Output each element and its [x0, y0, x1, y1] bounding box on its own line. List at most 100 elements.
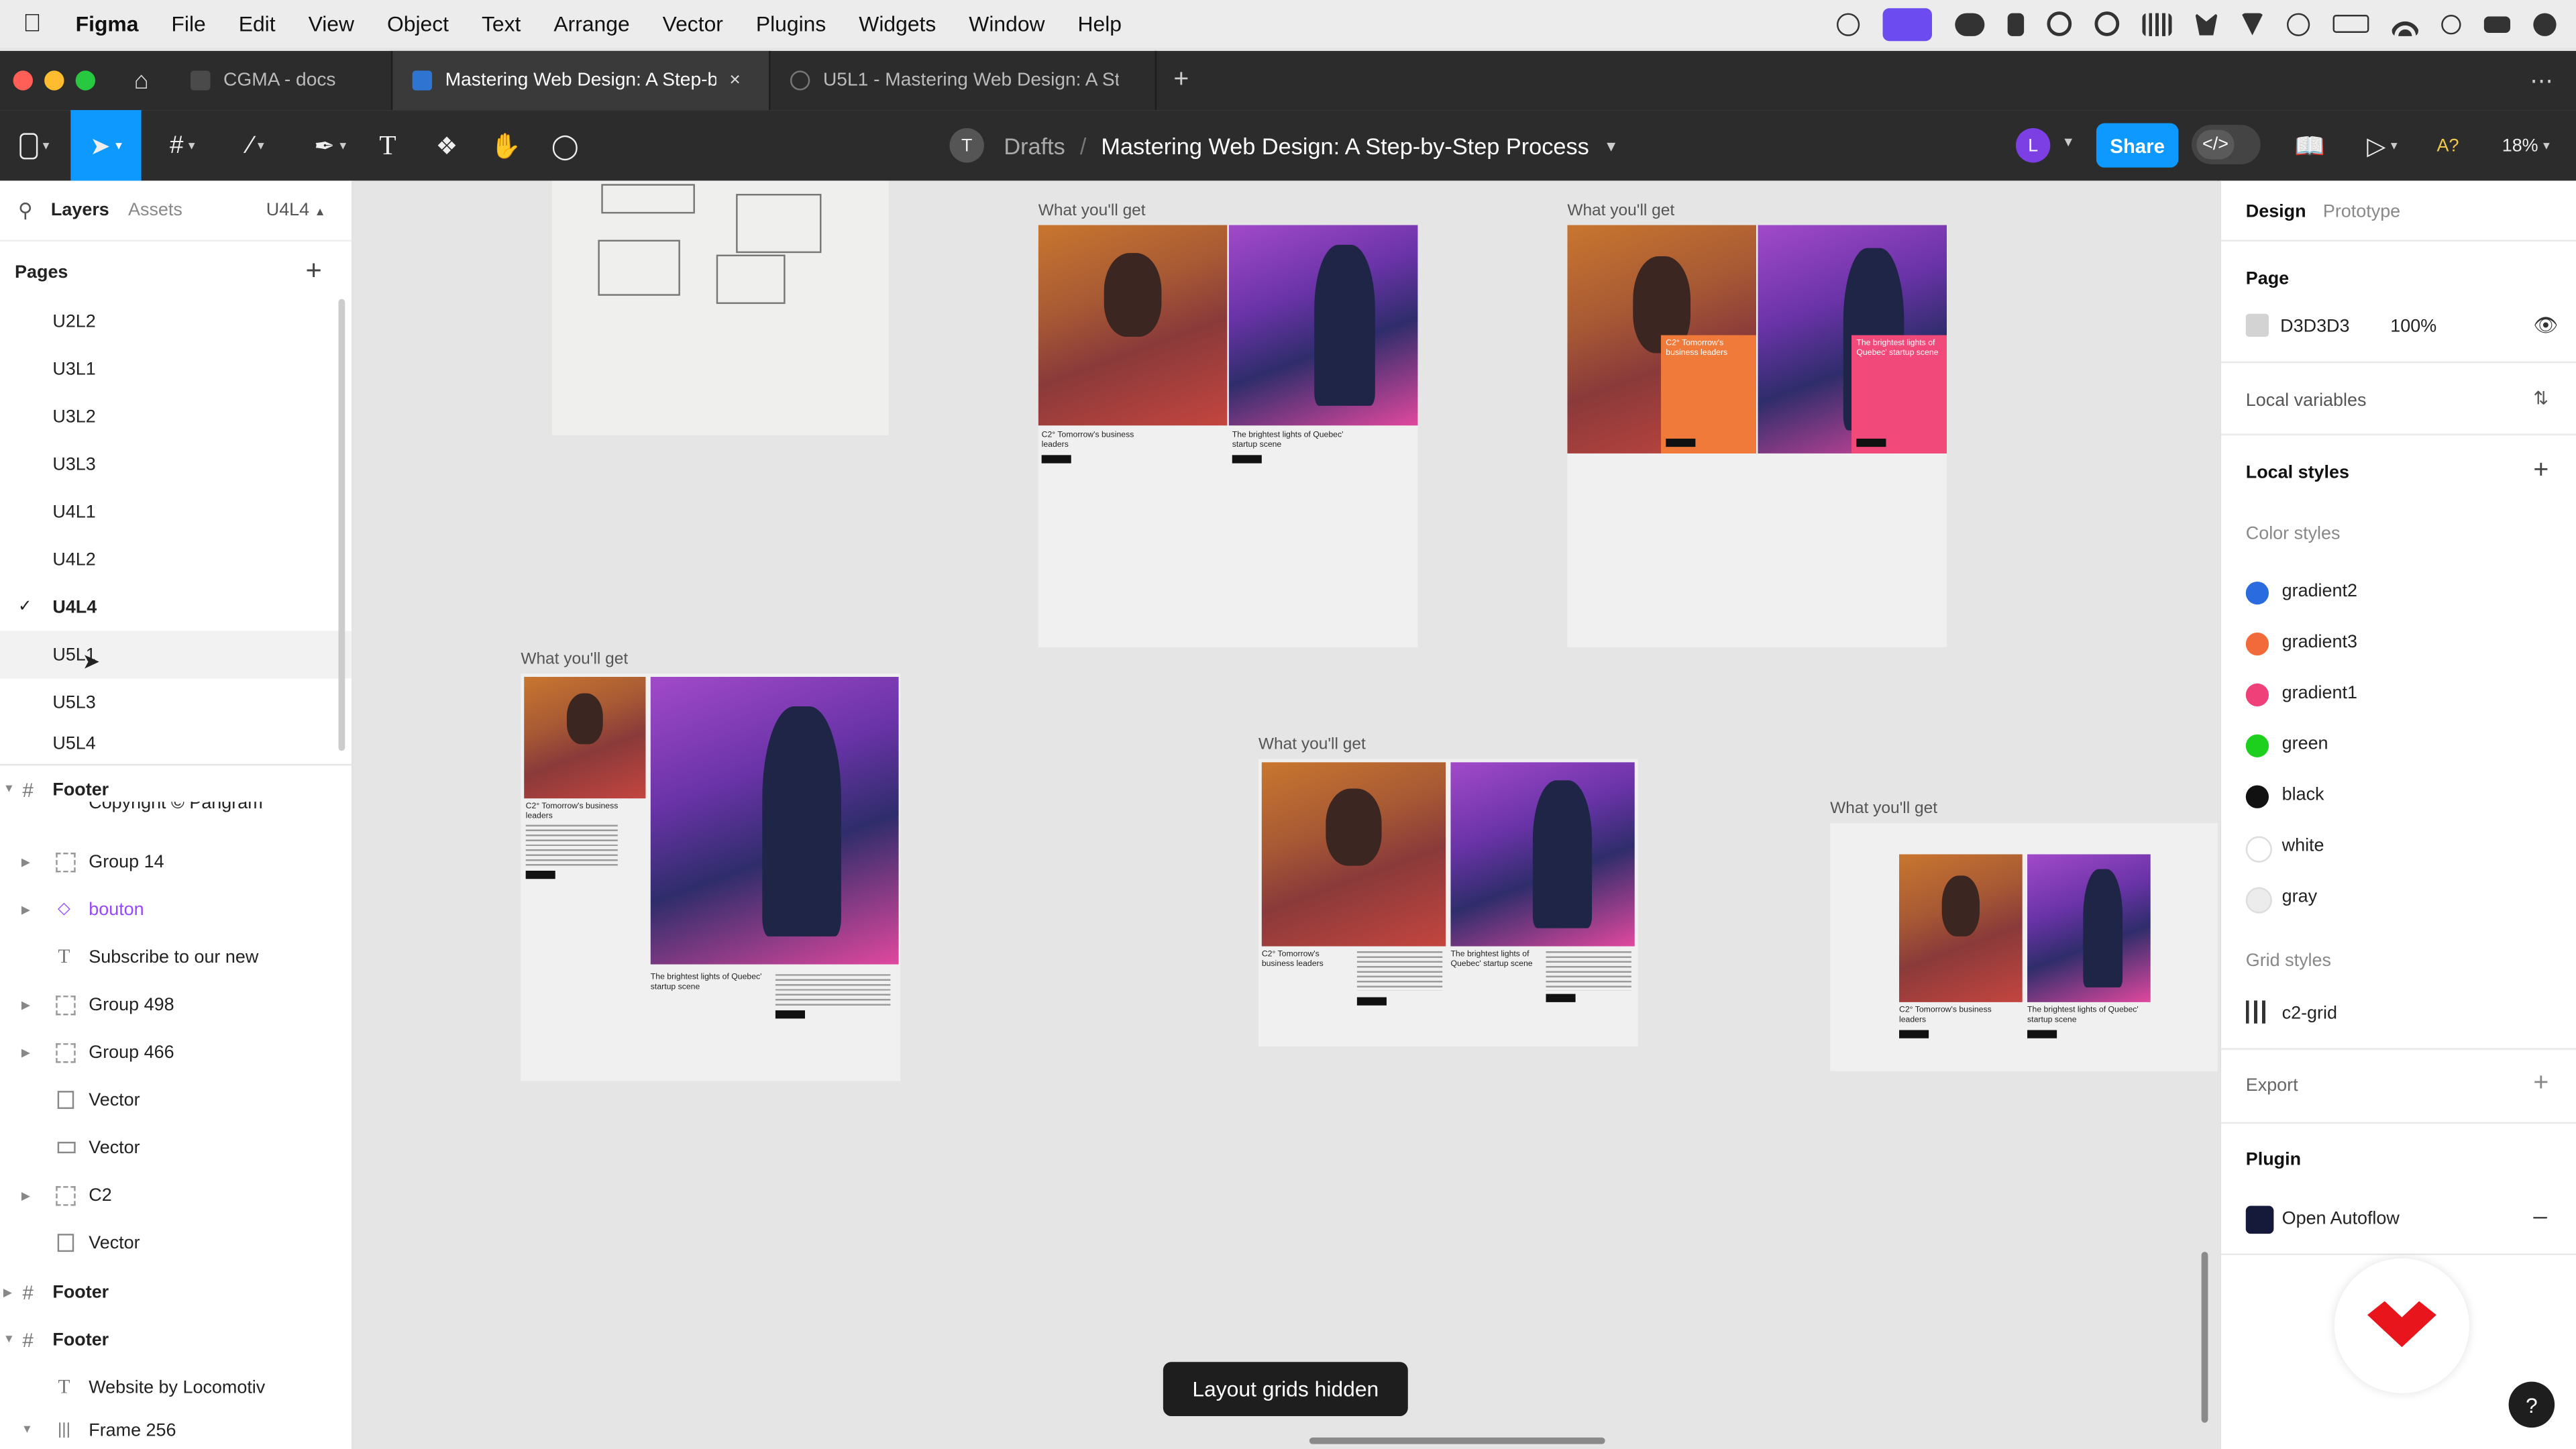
- add-style-button[interactable]: +: [2533, 457, 2548, 486]
- chevron-down-icon[interactable]: ▼: [3, 1334, 15, 1346]
- help-button[interactable]: ?: [2508, 1381, 2555, 1428]
- menu-file[interactable]: File: [171, 11, 205, 36]
- layer-group-498[interactable]: ▶ Group 498: [0, 981, 352, 1028]
- page-item-hovered[interactable]: U5L1 ➤: [0, 631, 352, 679]
- chevron-down-icon[interactable]: ▼: [1604, 137, 1619, 153]
- share-button[interactable]: Share: [2096, 123, 2179, 168]
- eye-icon[interactable]: 👁: [2533, 314, 2558, 337]
- layer-subscribe-text[interactable]: T Subscribe to our new: [0, 933, 352, 981]
- at-icon[interactable]: [2094, 11, 2120, 36]
- page-item[interactable]: U3L3: [0, 440, 352, 488]
- color-style-item[interactable]: gradient3: [2221, 618, 2576, 669]
- cloud-icon[interactable]: [1955, 12, 1985, 36]
- layer-frame-256[interactable]: ▼ ||| Frame 256: [0, 1411, 352, 1449]
- layer-website-text[interactable]: T Website by Locomotiv: [0, 1364, 352, 1411]
- search-icon[interactable]: [2441, 13, 2461, 34]
- menu-arrange[interactable]: Arrange: [553, 11, 629, 36]
- shield-icon[interactable]: [2241, 12, 2264, 36]
- comment-tool-button[interactable]: ◯: [542, 110, 588, 180]
- frame-label[interactable]: What you'll get: [1038, 202, 1146, 220]
- chevron-right-icon[interactable]: ▶: [21, 998, 30, 1011]
- more-options-icon[interactable]: ⋯: [2530, 67, 2553, 95]
- accessibility-button[interactable]: A?: [2425, 110, 2471, 180]
- learn-more-button[interactable]: [1546, 994, 1576, 1002]
- page-item[interactable]: U5L4: [0, 726, 352, 762]
- menu-view[interactable]: View: [309, 11, 354, 36]
- tab-u5l1-prototype[interactable]: U5L1 - Mastering Web Design: A Step: [771, 50, 1157, 111]
- menu-plugins[interactable]: Plugins: [756, 11, 826, 36]
- new-tab-button[interactable]: +: [1157, 51, 1205, 110]
- layer-footer[interactable]: ▶ # Footer: [0, 1269, 352, 1316]
- menu-window[interactable]: Window: [969, 11, 1044, 36]
- page-item[interactable]: U3L2: [0, 392, 352, 440]
- frame-what-youll-get[interactable]: C2° Tomorrow's business leaders The brig…: [521, 674, 901, 1081]
- page-item[interactable]: U3L1: [0, 345, 352, 392]
- layer-copyright[interactable]: Copyright © Pangram: [0, 802, 352, 824]
- search-icon[interactable]: ⚲: [18, 199, 33, 221]
- variables-icon[interactable]: ⇅: [2533, 388, 2548, 409]
- learn-more-button[interactable]: [1232, 455, 1262, 464]
- layer-c2[interactable]: ▶ C2: [0, 1171, 352, 1219]
- bars-icon[interactable]: [2142, 12, 2172, 36]
- canvas-horizontal-scrollbar[interactable]: [1309, 1437, 1605, 1444]
- page-color-swatch[interactable]: [2245, 313, 2269, 337]
- layer-footer[interactable]: ▼ # Footer: [0, 1316, 352, 1364]
- remove-plugin-button[interactable]: –: [2533, 1203, 2546, 1231]
- layer-bouton[interactable]: ▶ ◇ bouton: [0, 885, 352, 933]
- add-page-button[interactable]: +: [306, 255, 322, 288]
- menu-figma[interactable]: Figma: [76, 11, 139, 36]
- file-title[interactable]: Mastering Web Design: A Step-by-Step Pro…: [1101, 132, 1589, 158]
- frame-label[interactable]: What you'll get: [1830, 800, 1937, 818]
- gauge-icon[interactable]: [1836, 12, 1860, 36]
- learn-more-button[interactable]: [1899, 1030, 1929, 1038]
- color-style-item[interactable]: black: [2221, 771, 2576, 822]
- apple-icon[interactable]: : [23, 10, 52, 38]
- control-center-icon[interactable]: [2483, 15, 2511, 32]
- page-item[interactable]: U5L3: [0, 678, 352, 726]
- plugin-item[interactable]: Open Autoflow –: [2221, 1199, 2576, 1246]
- canvas[interactable]: What you'll get C2° Tomorrow's business …: [353, 180, 2218, 1449]
- user-avatar[interactable]: L: [2015, 128, 2051, 163]
- learn-more-button[interactable]: [1356, 997, 1387, 1006]
- page-opacity-value[interactable]: 100%: [2390, 317, 2436, 337]
- siri-icon[interactable]: [2533, 12, 2557, 36]
- menu-vector[interactable]: Vector: [663, 11, 723, 36]
- chevron-right-icon[interactable]: ▶: [21, 855, 30, 868]
- canvas-vertical-scrollbar[interactable]: [2201, 1252, 2208, 1423]
- hand-tool-button[interactable]: ✋: [483, 110, 529, 180]
- tab-layers[interactable]: Layers: [51, 201, 109, 220]
- page-color-value[interactable]: D3D3D3: [2280, 317, 2349, 337]
- zoom-menu[interactable]: 18% ▾: [2489, 110, 2563, 180]
- frame-tool-button[interactable]: # ▾: [148, 110, 217, 180]
- plugin-badge[interactable]: [2334, 1258, 2469, 1393]
- tab-cgma-docs[interactable]: CGMA - docs: [171, 50, 393, 111]
- grid-style-item[interactable]: c2-grid: [2221, 989, 2576, 1040]
- chevron-right-icon[interactable]: ▶: [21, 1189, 30, 1201]
- chevron-right-icon[interactable]: ▶: [3, 1285, 12, 1299]
- tab-design[interactable]: Design: [2246, 202, 2306, 221]
- learn-more-button[interactable]: [1041, 455, 1071, 464]
- page-item[interactable]: U4L1: [0, 488, 352, 535]
- learn-more-button[interactable]: [1856, 438, 1886, 447]
- color-style-item[interactable]: gray: [2221, 872, 2576, 923]
- pages-scrollbar[interactable]: [338, 299, 345, 751]
- learn-more-button[interactable]: [525, 870, 555, 879]
- page-item[interactable]: U4L2: [0, 535, 352, 583]
- tab-assets[interactable]: Assets: [128, 201, 182, 220]
- frame-what-youll-get[interactable]: C2° Tomorrow's business leaders The brig…: [1038, 225, 1418, 647]
- chevron-down-icon[interactable]: ▼: [21, 1424, 33, 1436]
- minimize-window-button[interactable]: [44, 70, 64, 91]
- chevron-right-icon[interactable]: ▶: [21, 903, 30, 916]
- learn-more-button[interactable]: [2027, 1030, 2057, 1038]
- layer-vector[interactable]: Vector: [0, 1076, 352, 1124]
- main-menu-button[interactable]: ▾: [0, 110, 69, 180]
- home-icon[interactable]: ⌂: [112, 51, 171, 110]
- menu-help[interactable]: Help: [1078, 11, 1122, 36]
- menu-text[interactable]: Text: [482, 11, 521, 36]
- close-window-button[interactable]: [13, 70, 33, 91]
- frame-label[interactable]: What you'll get: [1567, 202, 1674, 220]
- menu-widgets[interactable]: Widgets: [859, 11, 936, 36]
- layer-vector[interactable]: Vector: [0, 1124, 352, 1171]
- text-tool-button[interactable]: T: [365, 110, 411, 180]
- frame-what-youll-get[interactable]: C2° Tomorrow's business leaders The brig…: [1258, 759, 1638, 1047]
